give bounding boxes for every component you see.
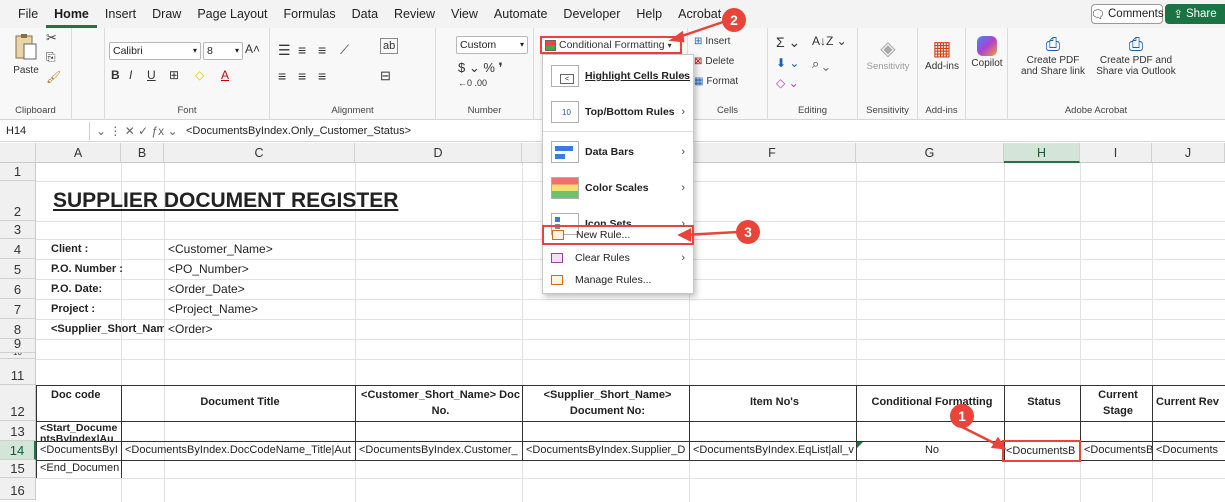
callout-2: 2: [722, 8, 746, 32]
arrow-1-line: [957, 423, 1001, 448]
annotation-arrows: [668, 20, 1007, 450]
arrow-3-line: [683, 230, 739, 237]
callout-1: 1: [950, 404, 974, 428]
arrow-1-head: [990, 436, 1007, 450]
arrow-2-head: [668, 30, 685, 43]
arrow-3-head: [677, 227, 692, 243]
callout-3: 3: [736, 220, 760, 244]
